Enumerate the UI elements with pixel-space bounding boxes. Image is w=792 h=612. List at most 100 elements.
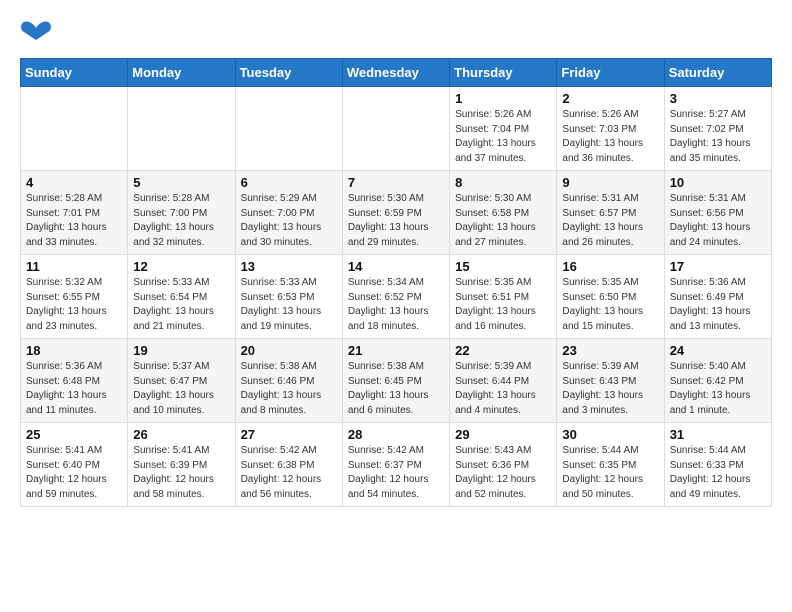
day-detail: Sunrise: 5:28 AM Sunset: 7:01 PM Dayligh… <box>26 192 122 250</box>
calendar-cell: 25 Sunrise: 5:41 AM Sunset: 6:40 PM Dayli… <box>21 423 128 507</box>
calendar-cell: 3 Sunrise: 5:27 AM Sunset: 7:02 PM Daylig… <box>664 87 771 171</box>
calendar-cell: 18Sunrise: 5:36 AM Sunset: 6:48 PM Dayli… <box>21 339 128 423</box>
day-detail: Sunrise: 5:41 AM Sunset: 6:40 PM Dayligh… <box>26 444 122 502</box>
weekday-header-wednesday: Wednesday <box>342 59 449 87</box>
calendar-cell: 9 Sunrise: 5:31 AM Sunset: 6:57 PM Daylig… <box>557 171 664 255</box>
day-number: 20 <box>241 343 337 358</box>
calendar-cell: 23Sunrise: 5:39 AM Sunset: 6:43 PM Dayli… <box>557 339 664 423</box>
day-number: 1 <box>455 91 551 106</box>
day-detail: Sunrise: 5:34 AM Sunset: 6:52 PM Dayligh… <box>348 276 444 334</box>
day-detail: Sunrise: 5:32 AM Sunset: 6:55 PM Dayligh… <box>26 276 122 334</box>
day-detail: Sunrise: 5:43 AM Sunset: 6:36 PM Dayligh… <box>455 444 551 502</box>
day-number: 31 <box>670 427 766 442</box>
day-number: 15 <box>455 259 551 274</box>
day-detail: Sunrise: 5:44 AM Sunset: 6:35 PM Dayligh… <box>562 444 658 502</box>
page-header <box>20 20 772 42</box>
day-number: 11 <box>26 259 122 274</box>
logo <box>20 20 56 42</box>
calendar-cell: 31 Sunrise: 5:44 AM Sunset: 6:33 PM Dayli… <box>664 423 771 507</box>
calendar-cell <box>21 87 128 171</box>
calendar-table: SundayMondayTuesdayWednesdayThursdayFrid… <box>20 58 772 507</box>
day-detail: Sunrise: 5:27 AM Sunset: 7:02 PM Dayligh… <box>670 108 766 166</box>
calendar-cell: 8Sunrise: 5:30 AM Sunset: 6:58 PM Daylig… <box>450 171 557 255</box>
day-detail: Sunrise: 5:44 AM Sunset: 6:33 PM Dayligh… <box>670 444 766 502</box>
day-detail: Sunrise: 5:30 AM Sunset: 6:58 PM Dayligh… <box>455 192 551 250</box>
weekday-header-tuesday: Tuesday <box>235 59 342 87</box>
day-detail: Sunrise: 5:40 AM Sunset: 6:42 PM Dayligh… <box>670 360 766 418</box>
day-number: 13 <box>241 259 337 274</box>
day-detail: Sunrise: 5:42 AM Sunset: 6:38 PM Dayligh… <box>241 444 337 502</box>
day-number: 19 <box>133 343 229 358</box>
calendar-cell: 10 Sunrise: 5:31 AM Sunset: 6:56 PM Dayli… <box>664 171 771 255</box>
day-number: 17 <box>670 259 766 274</box>
calendar-cell <box>342 87 449 171</box>
day-detail: Sunrise: 5:35 AM Sunset: 6:51 PM Dayligh… <box>455 276 551 334</box>
calendar-header-row: SundayMondayTuesdayWednesdayThursdayFrid… <box>21 59 772 87</box>
calendar-cell <box>128 87 235 171</box>
day-detail: Sunrise: 5:36 AM Sunset: 6:49 PM Dayligh… <box>670 276 766 334</box>
day-number: 10 <box>670 175 766 190</box>
day-number: 2 <box>562 91 658 106</box>
day-number: 29 <box>455 427 551 442</box>
calendar-cell: 14Sunrise: 5:34 AM Sunset: 6:52 PM Dayli… <box>342 255 449 339</box>
day-number: 4 <box>26 175 122 190</box>
day-number: 3 <box>670 91 766 106</box>
calendar-cell: 15 Sunrise: 5:35 AM Sunset: 6:51 PM Dayli… <box>450 255 557 339</box>
calendar-week-row: 18Sunrise: 5:36 AM Sunset: 6:48 PM Dayli… <box>21 339 772 423</box>
day-detail: Sunrise: 5:35 AM Sunset: 6:50 PM Dayligh… <box>562 276 658 334</box>
logo-bird-icon <box>20 20 52 42</box>
weekday-header-friday: Friday <box>557 59 664 87</box>
day-detail: Sunrise: 5:30 AM Sunset: 6:59 PM Dayligh… <box>348 192 444 250</box>
weekday-header-monday: Monday <box>128 59 235 87</box>
day-number: 28 <box>348 427 444 442</box>
day-detail: Sunrise: 5:39 AM Sunset: 6:44 PM Dayligh… <box>455 360 551 418</box>
day-detail: Sunrise: 5:31 AM Sunset: 6:56 PM Dayligh… <box>670 192 766 250</box>
day-detail: Sunrise: 5:41 AM Sunset: 6:39 PM Dayligh… <box>133 444 229 502</box>
day-number: 9 <box>562 175 658 190</box>
day-number: 7 <box>348 175 444 190</box>
day-detail: Sunrise: 5:29 AM Sunset: 7:00 PM Dayligh… <box>241 192 337 250</box>
day-detail: Sunrise: 5:26 AM Sunset: 7:03 PM Dayligh… <box>562 108 658 166</box>
day-number: 21 <box>348 343 444 358</box>
calendar-cell: 29 Sunrise: 5:43 AM Sunset: 6:36 PM Dayli… <box>450 423 557 507</box>
weekday-header-thursday: Thursday <box>450 59 557 87</box>
day-detail: Sunrise: 5:37 AM Sunset: 6:47 PM Dayligh… <box>133 360 229 418</box>
day-number: 22 <box>455 343 551 358</box>
day-detail: Sunrise: 5:33 AM Sunset: 6:53 PM Dayligh… <box>241 276 337 334</box>
day-number: 25 <box>26 427 122 442</box>
calendar-cell: 26 Sunrise: 5:41 AM Sunset: 6:39 PM Dayli… <box>128 423 235 507</box>
day-detail: Sunrise: 5:33 AM Sunset: 6:54 PM Dayligh… <box>133 276 229 334</box>
calendar-cell: 12 Sunrise: 5:33 AM Sunset: 6:54 PM Dayli… <box>128 255 235 339</box>
calendar-cell: 24 Sunrise: 5:40 AM Sunset: 6:42 PM Dayli… <box>664 339 771 423</box>
calendar-cell: 30Sunrise: 5:44 AM Sunset: 6:35 PM Dayli… <box>557 423 664 507</box>
calendar-cell: 11 Sunrise: 5:32 AM Sunset: 6:55 PM Dayli… <box>21 255 128 339</box>
calendar-cell <box>235 87 342 171</box>
calendar-week-row: 11 Sunrise: 5:32 AM Sunset: 6:55 PM Dayli… <box>21 255 772 339</box>
calendar-cell: 17 Sunrise: 5:36 AM Sunset: 6:49 PM Dayli… <box>664 255 771 339</box>
calendar-cell: 5Sunrise: 5:28 AM Sunset: 7:00 PM Daylig… <box>128 171 235 255</box>
day-number: 27 <box>241 427 337 442</box>
calendar-cell: 4 Sunrise: 5:28 AM Sunset: 7:01 PM Daylig… <box>21 171 128 255</box>
day-number: 5 <box>133 175 229 190</box>
calendar-cell: 28 Sunrise: 5:42 AM Sunset: 6:37 PM Dayli… <box>342 423 449 507</box>
day-number: 12 <box>133 259 229 274</box>
day-number: 24 <box>670 343 766 358</box>
calendar-cell: 2 Sunrise: 5:26 AM Sunset: 7:03 PM Daylig… <box>557 87 664 171</box>
calendar-cell: 19 Sunrise: 5:37 AM Sunset: 6:47 PM Dayli… <box>128 339 235 423</box>
calendar-cell: 1 Sunrise: 5:26 AM Sunset: 7:04 PM Daylig… <box>450 87 557 171</box>
day-number: 6 <box>241 175 337 190</box>
calendar-cell: 7 Sunrise: 5:30 AM Sunset: 6:59 PM Daylig… <box>342 171 449 255</box>
calendar-week-row: 25 Sunrise: 5:41 AM Sunset: 6:40 PM Dayli… <box>21 423 772 507</box>
day-detail: Sunrise: 5:26 AM Sunset: 7:04 PM Dayligh… <box>455 108 551 166</box>
day-detail: Sunrise: 5:42 AM Sunset: 6:37 PM Dayligh… <box>348 444 444 502</box>
day-detail: Sunrise: 5:38 AM Sunset: 6:46 PM Dayligh… <box>241 360 337 418</box>
day-detail: Sunrise: 5:39 AM Sunset: 6:43 PM Dayligh… <box>562 360 658 418</box>
day-detail: Sunrise: 5:36 AM Sunset: 6:48 PM Dayligh… <box>26 360 122 418</box>
calendar-week-row: 4 Sunrise: 5:28 AM Sunset: 7:01 PM Daylig… <box>21 171 772 255</box>
day-number: 26 <box>133 427 229 442</box>
calendar-cell: 22 Sunrise: 5:39 AM Sunset: 6:44 PM Dayli… <box>450 339 557 423</box>
day-detail: Sunrise: 5:31 AM Sunset: 6:57 PM Dayligh… <box>562 192 658 250</box>
weekday-header-sunday: Sunday <box>21 59 128 87</box>
weekday-header-saturday: Saturday <box>664 59 771 87</box>
calendar-cell: 27 Sunrise: 5:42 AM Sunset: 6:38 PM Dayli… <box>235 423 342 507</box>
